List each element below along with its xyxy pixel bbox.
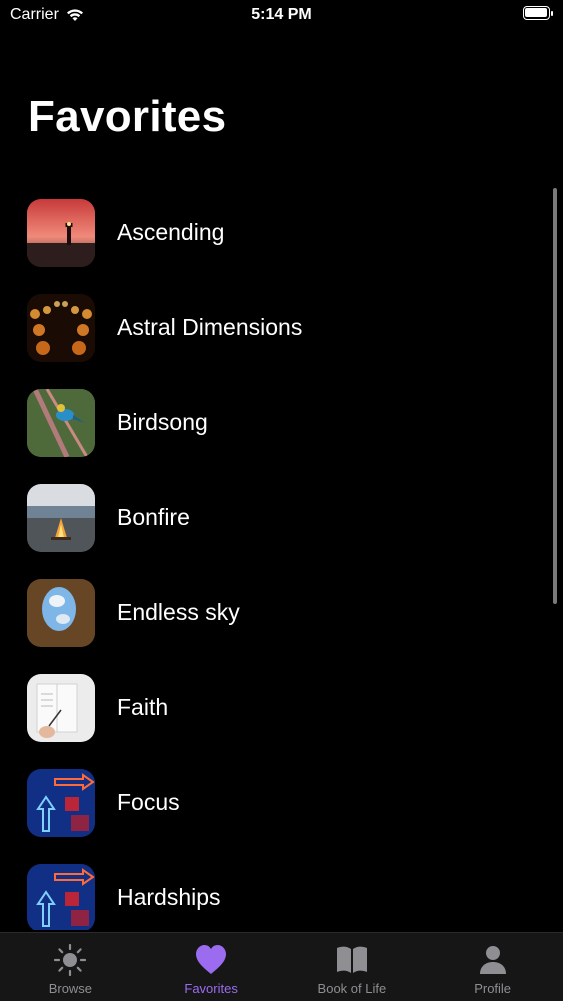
list-item-faith[interactable]: Faith — [0, 660, 563, 755]
list-item-birdsong[interactable]: Birdsong — [0, 375, 563, 470]
list-item-endless-sky[interactable]: Endless sky — [0, 565, 563, 660]
scrollbar[interactable] — [553, 188, 557, 604]
neon-arrows-thumbnail — [27, 863, 95, 930]
person-icon — [476, 943, 510, 977]
list-item-astral-dimensions[interactable]: Astral Dimensions — [0, 280, 563, 375]
tab-book-of-life[interactable]: Book of Life — [282, 933, 423, 1001]
candles-thumbnail — [27, 293, 95, 362]
battery-icon — [523, 6, 553, 20]
writing-notebook-thumbnail — [27, 673, 95, 742]
book-icon — [335, 943, 369, 977]
lighthouse-sunset-thumbnail — [27, 198, 95, 267]
list-item-focus[interactable]: Focus — [0, 755, 563, 850]
favorites-list[interactable]: Ascending Astral Dimensions Birdsong Bon… — [0, 185, 563, 930]
list-item-label: Ascending — [117, 219, 225, 245]
tab-bar: Browse Favorites Book of Life Profile — [0, 932, 563, 1001]
page-title: Favorites — [28, 92, 227, 141]
tab-label: Book of Life — [317, 981, 387, 996]
list-item-label: Bonfire — [117, 504, 190, 530]
neon-arrows-thumbnail — [27, 768, 95, 837]
list-item-label: Endless sky — [117, 599, 240, 625]
sun-icon — [53, 943, 87, 977]
list-item-ascending[interactable]: Ascending — [0, 185, 563, 280]
status-time: 5:14 PM — [251, 6, 312, 23]
tab-label: Browse — [48, 981, 93, 996]
sky-through-hole-thumbnail — [27, 578, 95, 647]
list-item-label: Faith — [117, 694, 169, 720]
tab-profile[interactable]: Profile — [422, 933, 563, 1001]
list-item-bonfire[interactable]: Bonfire — [0, 470, 563, 565]
tab-label: Favorites — [184, 981, 238, 996]
bonfire-landscape-thumbnail — [27, 483, 95, 552]
list-item-label: Astral Dimensions — [117, 314, 303, 340]
tab-label: Profile — [474, 981, 512, 996]
list-item-label: Birdsong — [117, 409, 208, 435]
list-item-hardships[interactable]: Hardships — [0, 850, 563, 930]
tab-browse[interactable]: Browse — [0, 933, 141, 1001]
tab-favorites[interactable]: Favorites — [141, 933, 282, 1001]
list-item-label: Hardships — [117, 884, 221, 910]
bird-on-branch-thumbnail — [27, 388, 95, 457]
status-bar: Carrier 5:14 PM — [0, 0, 563, 30]
heart-icon — [194, 943, 228, 977]
list-item-label: Focus — [117, 789, 180, 815]
